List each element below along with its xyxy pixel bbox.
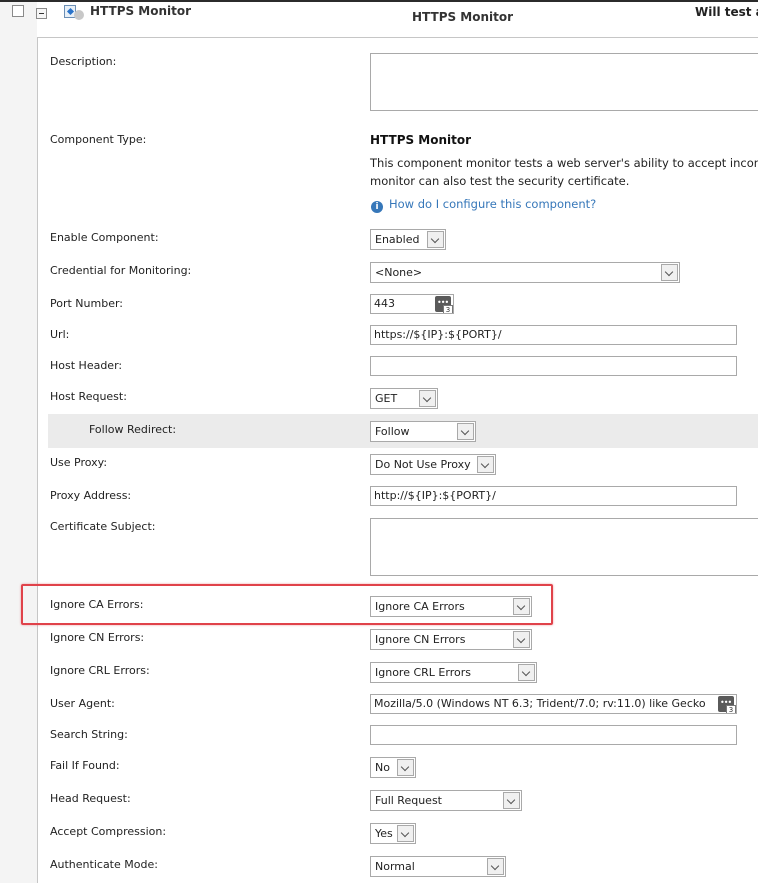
ignore-cn-errors-select[interactable]: Ignore CN Errors	[370, 629, 532, 650]
chevron-down-icon[interactable]	[397, 759, 414, 776]
chevron-down-icon[interactable]	[477, 456, 494, 473]
port-number-label: Port Number:	[50, 297, 124, 310]
collapse-toggle-icon[interactable]	[36, 8, 47, 19]
proxy-address-label: Proxy Address:	[50, 489, 132, 502]
chevron-down-icon[interactable]	[518, 664, 535, 681]
enable-component-value: Enabled	[375, 233, 420, 246]
chevron-down-icon[interactable]	[427, 231, 444, 248]
ignore-cn-errors-value: Ignore CN Errors	[375, 633, 466, 646]
chevron-down-icon[interactable]	[457, 423, 474, 440]
host-header-input[interactable]	[370, 356, 737, 376]
follow-redirect-value: Follow	[375, 425, 410, 438]
port-number-value: 443	[374, 297, 395, 310]
enable-component-label: Enable Component:	[50, 231, 159, 244]
accept-compression-label: Accept Compression:	[50, 825, 167, 838]
user-agent-input[interactable]: Mozilla/5.0 (Windows NT 6.3; Trident/7.0…	[370, 694, 737, 714]
status-dot-icon	[74, 10, 84, 20]
component-type-description-line: This component monitor tests a web serve…	[370, 156, 758, 170]
component-type-title: HTTPS Monitor	[370, 133, 472, 147]
chevron-down-icon[interactable]	[513, 631, 530, 648]
use-proxy-value: Do Not Use Proxy	[375, 458, 471, 471]
component-type-label: Component Type:	[50, 133, 147, 146]
component-type-description: This component monitor tests a web serve…	[370, 154, 758, 190]
user-agent-label: User Agent:	[50, 697, 115, 710]
help-link[interactable]: i How do I configure this component?	[371, 197, 596, 213]
top-border	[0, 0, 758, 2]
host-request-select[interactable]: GET	[370, 388, 438, 409]
url-input[interactable]: https://${IP}:${PORT}/	[370, 325, 737, 345]
follow-redirect-label: Follow Redirect:	[89, 423, 177, 436]
head-request-select[interactable]: Full Request	[370, 790, 522, 811]
ignore-crl-errors-value: Ignore CRL Errors	[375, 666, 471, 679]
port-number-input[interactable]: 443	[370, 294, 454, 314]
highlight-box	[21, 584, 553, 625]
head-request-value: Full Request	[375, 794, 442, 807]
authenticate-mode-value: Normal	[375, 860, 415, 873]
chevron-down-icon[interactable]	[503, 792, 520, 809]
certificate-subject-textarea[interactable]	[370, 518, 758, 576]
authenticate-mode-label: Authenticate Mode:	[50, 858, 158, 871]
fail-if-found-label: Fail If Found:	[50, 759, 120, 772]
help-link-text[interactable]: How do I configure this component?	[389, 197, 596, 211]
user-agent-value: Mozilla/5.0 (Windows NT 6.3; Trident/7.0…	[374, 697, 706, 710]
search-string-input[interactable]	[370, 725, 737, 745]
accept-compression-select[interactable]: Yes	[370, 823, 416, 844]
fail-if-found-select[interactable]: No	[370, 757, 416, 778]
host-request-label: Host Request:	[50, 390, 127, 403]
use-proxy-label: Use Proxy:	[50, 456, 108, 469]
search-string-label: Search String:	[50, 728, 128, 741]
follow-redirect-select[interactable]: Follow	[370, 421, 476, 442]
select-checkbox[interactable]	[12, 5, 24, 17]
ignore-cn-errors-label: Ignore CN Errors:	[50, 631, 145, 644]
proxy-address-input[interactable]: http://${IP}:${PORT}/	[370, 486, 737, 506]
chevron-down-icon[interactable]	[487, 858, 504, 875]
test-info-column: Will test ag	[695, 5, 758, 19]
info-icon: i	[371, 201, 383, 213]
authenticate-mode-select[interactable]: Normal	[370, 856, 506, 877]
chevron-down-icon[interactable]	[397, 825, 414, 842]
fail-if-found-value: No	[375, 761, 390, 774]
credential-select[interactable]: <None>	[370, 262, 680, 283]
credential-value: <None>	[375, 266, 423, 279]
chevron-down-icon[interactable]	[661, 264, 678, 281]
left-gutter	[0, 2, 37, 883]
credential-label: Credential for Monitoring:	[50, 264, 192, 277]
enable-component-select[interactable]: Enabled	[370, 229, 446, 250]
url-label: Url:	[50, 328, 70, 341]
use-proxy-select[interactable]: Do Not Use Proxy	[370, 454, 496, 475]
chevron-down-icon[interactable]	[419, 390, 436, 407]
component-name: HTTPS Monitor	[90, 4, 192, 18]
description-label: Description:	[50, 55, 117, 68]
macro-variable-icon[interactable]	[718, 695, 736, 713]
certificate-subject-label: Certificate Subject:	[50, 520, 156, 533]
host-request-value: GET	[375, 392, 398, 405]
host-header-label: Host Header:	[50, 359, 123, 372]
description-textarea[interactable]	[370, 53, 758, 111]
accept-compression-value: Yes	[375, 827, 393, 840]
component-type-column: HTTPS Monitor	[412, 10, 514, 24]
ignore-crl-errors-select[interactable]: Ignore CRL Errors	[370, 662, 537, 683]
component-type-description-line: monitor can also test the security certi…	[370, 174, 630, 188]
head-request-label: Head Request:	[50, 792, 131, 805]
macro-variable-icon[interactable]	[435, 295, 453, 313]
ignore-crl-errors-label: Ignore CRL Errors:	[50, 664, 150, 677]
